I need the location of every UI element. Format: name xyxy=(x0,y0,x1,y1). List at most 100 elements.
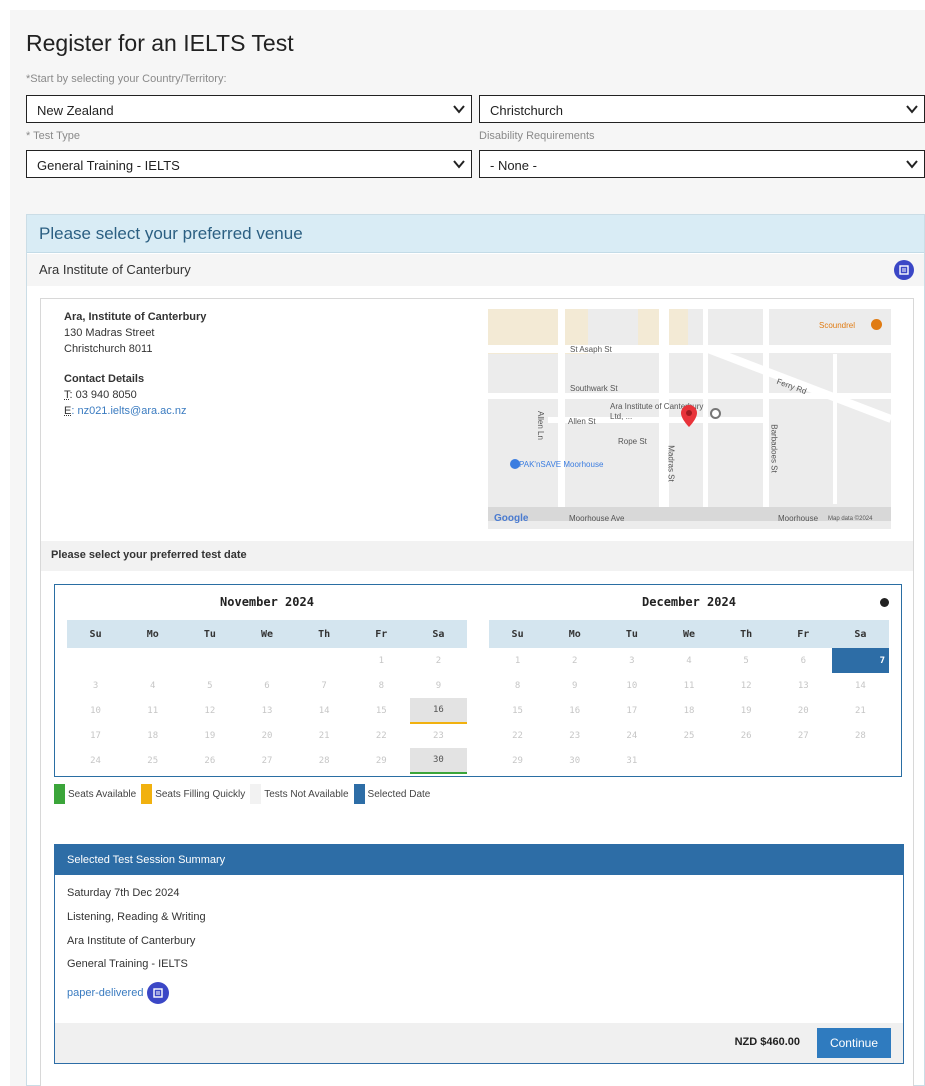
info-icon[interactable] xyxy=(146,982,169,1004)
disability-hint: Disability Requirements xyxy=(479,130,595,142)
calendar-day: 4 xyxy=(686,655,692,666)
calendar-day: 9 xyxy=(435,680,442,691)
calendar-day: 25 xyxy=(147,755,159,766)
calendar-day: 21 xyxy=(855,705,866,716)
weekday-header: Sa xyxy=(409,620,467,648)
price: NZD $460.00 xyxy=(734,1036,800,1048)
calendar-close-icon[interactable] xyxy=(880,598,889,607)
venue-map[interactable]: St Asaph St Southwark St Allen St Allen … xyxy=(488,309,891,529)
calendar-day: 15 xyxy=(375,705,387,716)
address-title: Ara, Institute of Canterbury xyxy=(64,311,207,323)
summary-type: General Training - IELTS xyxy=(67,958,188,970)
map-label-st-asaph: St Asaph St xyxy=(570,345,612,354)
calendar-day xyxy=(124,648,181,673)
calendar-day: 13 xyxy=(261,705,273,716)
calendar-day: 27 xyxy=(261,755,273,766)
email-link[interactable]: : nz021.ielts@ara.ac.nz xyxy=(71,405,186,417)
calendar-day: 27 xyxy=(797,730,809,741)
venue-panel: Please select your preferred venue Ara I… xyxy=(26,214,925,1086)
calendar-day: 26 xyxy=(740,730,752,741)
calendar-day xyxy=(238,648,295,673)
legend-seats: Seats Available xyxy=(54,784,136,804)
venue-address: Ara, Institute of Canterbury 130 Madras … xyxy=(64,309,206,419)
calendar-day: 8 xyxy=(378,680,384,691)
test-type-hint: * Test Type xyxy=(26,130,81,142)
disability-select-value: - None - xyxy=(490,158,537,173)
address-line2: Christchurch 8011 xyxy=(64,343,153,355)
calendar-day: 19 xyxy=(740,705,752,716)
calendar: November 2024 December 2024 Su Mo Tu We Th Fr… xyxy=(54,584,902,777)
calendar-day: 28 xyxy=(318,755,330,766)
calendar-day: 14 xyxy=(318,705,330,716)
calendar-day: 22 xyxy=(375,730,387,741)
weekday-header: We xyxy=(660,620,718,648)
weekday-header: Sa xyxy=(831,620,889,648)
weekday-header: Th xyxy=(295,620,353,648)
school-icon xyxy=(710,408,721,419)
calendar-day xyxy=(718,748,775,773)
chevron-down-icon xyxy=(906,160,918,169)
legend-selected: Selected Date xyxy=(353,784,430,804)
calendar-day: 18 xyxy=(683,705,695,716)
map-data-credit: Map data ©2024 xyxy=(828,516,873,522)
info-icon[interactable] xyxy=(894,260,914,280)
calendar-day[interactable]: 16 xyxy=(409,698,467,724)
country-hint: *Start by selecting your Country/Territo… xyxy=(26,73,227,85)
calendar-day: 17 xyxy=(626,705,638,716)
calendar-day[interactable]: 30 xyxy=(409,748,467,774)
map-pin-icon[interactable] xyxy=(681,405,697,427)
calendar-day: 25 xyxy=(683,730,695,741)
map-label-moorhouse-2: Moorhouse xyxy=(778,514,819,523)
calendar-day: 21 xyxy=(318,730,330,741)
chevron-down-icon xyxy=(453,105,465,114)
summary-modules: Listening, Reading & Writing xyxy=(67,911,206,923)
country-select-value: New Zealand xyxy=(37,103,114,118)
summary-date: Saturday 7th Dec 2024 xyxy=(67,887,180,899)
calendar-day: 15 xyxy=(512,705,523,716)
delivery-link[interactable]: paper-delivered xyxy=(67,987,143,999)
calendar-day: 23 xyxy=(433,731,444,741)
chevron-down-icon xyxy=(453,160,465,169)
chevron-down-icon xyxy=(906,105,918,114)
calendar-day: 4 xyxy=(150,680,156,691)
map-label-allen-ln: Allen Ln xyxy=(535,411,545,440)
weekday-header: Fr xyxy=(352,620,410,648)
contact-phone: T: 03 940 8050 xyxy=(64,387,206,403)
calendar-legend: Seats Available Seats Filling Quickly Te… xyxy=(54,784,435,804)
calendar-day: 5 xyxy=(207,680,213,691)
city-select-value: Christchurch xyxy=(490,103,563,118)
calendar-december: Su Mo Tu We Th Fr Sa 1 2 3 4 5 6 7 8 9 10 11 12 13 14 15 16 17 1… xyxy=(489,620,889,773)
weekday-header: Mo xyxy=(546,620,604,648)
weekday-header: Mo xyxy=(124,620,182,648)
legend-filling-label: Seats Filling Quickly xyxy=(155,788,246,800)
calendar-day: 14 xyxy=(855,680,866,691)
phone-value: : 03 940 8050 xyxy=(69,389,137,401)
venue-row[interactable]: Ara Institute of Canterbury xyxy=(27,254,924,286)
calendar-day: 9 xyxy=(572,680,578,691)
calendar-day: 6 xyxy=(264,680,270,691)
venue-details-card: Ara, Institute of Canterbury 130 Madras … xyxy=(40,298,914,1086)
calendar-day[interactable]: 7 xyxy=(831,648,889,673)
calendar-day: 6 xyxy=(800,655,806,666)
weekday-header: Su xyxy=(67,620,125,648)
weekday-header: Tu xyxy=(603,620,661,648)
calendar-month-title-dec: December 2024 xyxy=(642,595,736,609)
calendar-day: 13 xyxy=(797,680,809,691)
continue-button[interactable]: Continue xyxy=(817,1028,891,1058)
country-select[interactable]: New Zealand xyxy=(26,95,472,123)
weekday-header: Fr xyxy=(774,620,832,648)
address-line1: 130 Madras Street xyxy=(64,327,155,339)
calendar-day: 5 xyxy=(743,655,749,666)
disability-select[interactable]: - None - xyxy=(479,150,925,178)
weekday-header: We xyxy=(238,620,296,648)
page-title: Register for an IELTS Test xyxy=(26,30,294,56)
map-label-paknsave: PAK'nSAVE Moorhouse xyxy=(519,460,604,469)
google-logo: Google xyxy=(494,513,529,524)
test-type-select[interactable]: General Training - IELTS xyxy=(26,150,472,178)
calendar-day xyxy=(775,748,832,773)
calendar-day: 11 xyxy=(147,705,159,716)
contact-title: Contact Details xyxy=(64,373,145,385)
summary-header: Selected Test Session Summary xyxy=(55,845,903,875)
city-select[interactable]: Christchurch xyxy=(479,95,925,123)
calendar-day: 3 xyxy=(92,680,99,691)
